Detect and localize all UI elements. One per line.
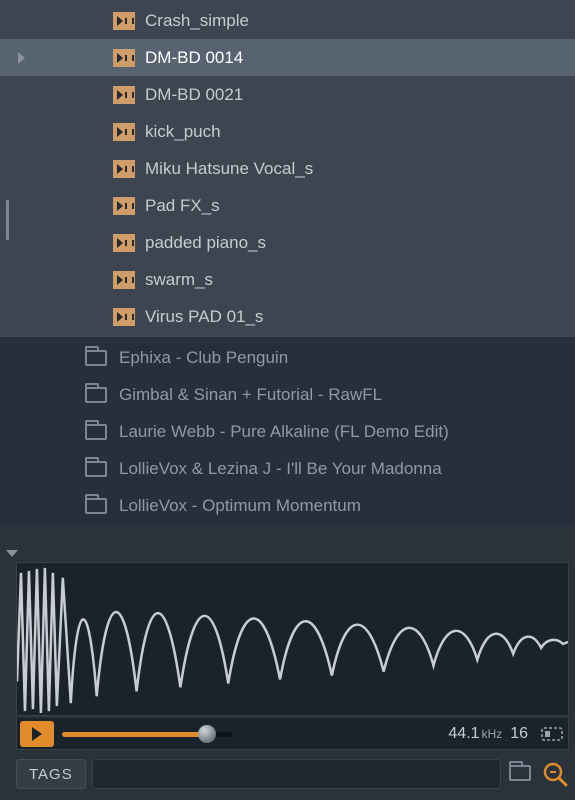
sample-rate-unit: kHz	[482, 727, 503, 741]
folder-icon	[85, 350, 107, 366]
sample-icon	[113, 308, 135, 326]
sample-label: Crash_simple	[145, 11, 249, 31]
sample-info: 44.1 kHz 16	[448, 725, 536, 743]
folder-icon	[85, 387, 107, 403]
folder-label: LollieVox - Optimum Momentum	[119, 496, 361, 516]
sample-row[interactable]: DM-BD 0021	[0, 76, 575, 113]
sample-row[interactable]: padded piano_s	[0, 224, 575, 261]
volume-slider[interactable]	[62, 725, 232, 743]
sample-row[interactable]: Pad FX_s	[0, 187, 575, 224]
bit-depth-value: 16	[510, 725, 528, 743]
slider-thumb[interactable]	[198, 725, 216, 743]
sample-icon	[113, 123, 135, 141]
sample-label: Pad FX_s	[145, 196, 220, 216]
folder-row[interactable]: LollieVox - Optimum Momentum	[0, 487, 575, 524]
folder-row[interactable]: Gimbal & Sinan + Futorial - RawFL	[0, 376, 575, 413]
preview-controls: 44.1 kHz 16	[16, 718, 569, 750]
waveform-preview[interactable]	[16, 562, 569, 716]
tags-label: TAGS	[29, 766, 73, 783]
loop-icon[interactable]	[541, 725, 563, 743]
sample-row[interactable]: Miku Hatsune Vocal_s	[0, 150, 575, 187]
folder-label: LollieVox & Lezina J - I'll Be Your Mado…	[119, 459, 442, 479]
sample-label: kick_puch	[145, 122, 221, 142]
sample-rate-value: 44.1	[448, 725, 479, 743]
sample-label: DM-BD 0014	[145, 48, 243, 68]
folder-row[interactable]: Laurie Webb - Pure Alkaline (FL Demo Edi…	[0, 413, 575, 450]
bottom-bar: TAGS	[16, 756, 569, 792]
sample-label: padded piano_s	[145, 233, 266, 253]
sample-label: swarm_s	[145, 270, 213, 290]
folder-icon	[85, 424, 107, 440]
sample-icon	[113, 160, 135, 178]
folder-label: Laurie Webb - Pure Alkaline (FL Demo Edi…	[119, 422, 449, 442]
sample-row[interactable]: DM-BD 0014	[0, 39, 575, 76]
play-button[interactable]	[20, 721, 54, 747]
search-button[interactable]	[541, 760, 569, 788]
sample-icon	[113, 271, 135, 289]
folder-icon	[85, 461, 107, 477]
browser-file-list: Crash_simple DM-BD 0014 DM-BD 0021 kick_puc…	[0, 0, 575, 526]
sample-label: Miku Hatsune Vocal_s	[145, 159, 313, 179]
sample-icon	[113, 234, 135, 252]
sample-row[interactable]: Crash_simple	[0, 2, 575, 39]
open-folder-button[interactable]	[509, 765, 533, 783]
sample-label: Virus PAD 01_s	[145, 307, 263, 327]
search-input[interactable]	[92, 759, 501, 789]
folder-label: Ephixa - Club Penguin	[119, 348, 288, 368]
sample-icon	[113, 197, 135, 215]
sample-row[interactable]: kick_puch	[0, 113, 575, 150]
sample-icon	[113, 12, 135, 30]
folder-icon	[85, 498, 107, 514]
sample-row[interactable]: Virus PAD 01_s	[0, 298, 575, 335]
sample-row[interactable]: swarm_s	[0, 261, 575, 298]
folder-row[interactable]: LollieVox & Lezina J - I'll Be Your Mado…	[0, 450, 575, 487]
sample-icon	[113, 86, 135, 104]
collapse-arrow-icon[interactable]	[6, 550, 18, 557]
folder-row[interactable]: Ephixa - Club Penguin	[0, 339, 575, 376]
sample-label: DM-BD 0021	[145, 85, 243, 105]
folder-icon	[509, 765, 531, 781]
sample-icon	[113, 49, 135, 67]
tags-button[interactable]: TAGS	[16, 759, 86, 789]
folder-label: Gimbal & Sinan + Futorial - RawFL	[119, 385, 382, 405]
